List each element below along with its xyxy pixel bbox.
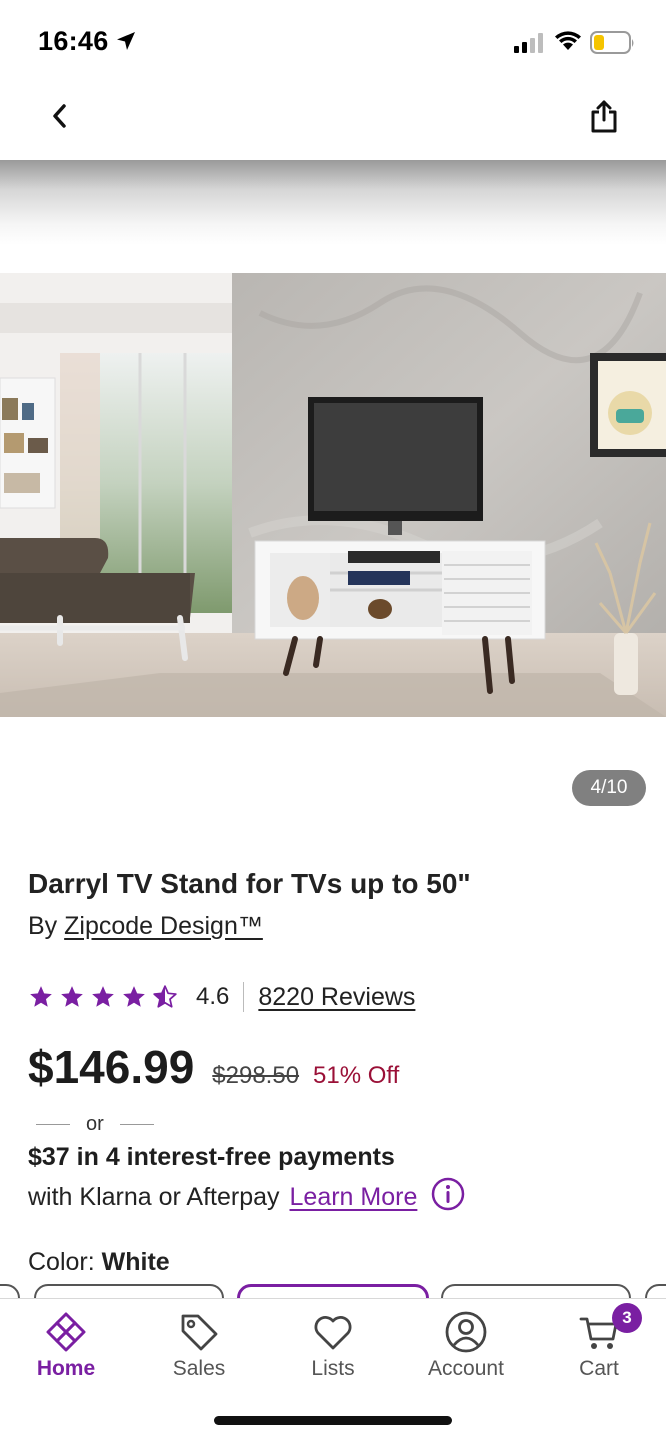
tab-lists[interactable]: Lists: [278, 1299, 388, 1391]
reviews-link[interactable]: 8220 Reviews: [258, 983, 415, 1012]
star-full-icon: [92, 986, 114, 1007]
rating-row[interactable]: 4.6 8220 Reviews: [28, 980, 415, 1014]
product-image[interactable]: [0, 273, 666, 717]
star-full-icon: [61, 986, 83, 1007]
installments-text: $37 in 4 interest-free payments: [28, 1143, 395, 1171]
cart-icon: 3: [578, 1303, 642, 1353]
tab-label: Account: [428, 1357, 504, 1380]
back-button[interactable]: [40, 96, 80, 136]
discount-label: 51% Off: [313, 1062, 400, 1089]
tag-icon: [178, 1311, 220, 1353]
home-indicator: [214, 1416, 452, 1425]
star-half-icon: [153, 985, 177, 1008]
star-full-icon: [30, 986, 52, 1007]
rating-value: 4.6: [196, 983, 230, 1010]
brand-prefix: By: [28, 912, 58, 940]
tv-stand-room-photo: [0, 273, 666, 717]
tab-home[interactable]: Home: [11, 1299, 121, 1391]
brand-line: By Zipcode Design™: [28, 912, 263, 941]
original-price: $298.50: [212, 1062, 300, 1089]
cellular-signal-icon: [514, 33, 546, 58]
or-divider: or: [36, 1113, 154, 1136]
color-label: Color: White: [28, 1248, 170, 1277]
learn-more-link[interactable]: Learn More: [290, 1183, 418, 1212]
share-button[interactable]: [584, 94, 624, 138]
status-bar: 16:46: [0, 0, 666, 80]
price-row: $146.99 $298.50 51% Off: [28, 1040, 399, 1094]
divider-line: [36, 1124, 70, 1125]
share-icon: [591, 100, 617, 133]
location-arrow-icon: [115, 30, 137, 57]
product-title: Darryl TV Stand for TVs up to 50": [28, 868, 471, 899]
back-chevron-icon: [53, 104, 66, 128]
tab-sales[interactable]: Sales: [144, 1299, 254, 1391]
color-value: White: [101, 1248, 170, 1276]
info-icon[interactable]: [431, 1177, 465, 1218]
tab-cart[interactable]: 3 Cart: [544, 1299, 654, 1391]
home-icon: [45, 1311, 87, 1353]
rating-divider: [243, 982, 245, 1012]
sale-price: $146.99: [28, 1041, 195, 1093]
heart-icon: [312, 1311, 354, 1353]
nav-bar: [0, 80, 666, 160]
tab-label: Sales: [172, 1357, 226, 1380]
divider-line: [119, 1124, 154, 1125]
star-rating: [28, 984, 178, 1010]
brand-link[interactable]: Zipcode Design™: [64, 912, 263, 940]
payment-provider-text: with Klarna or Afterpay: [28, 1183, 280, 1211]
tab-label: Cart: [579, 1357, 619, 1380]
wifi-icon: [554, 29, 582, 56]
tab-label: Lists: [311, 1357, 355, 1380]
tab-label: Home: [36, 1357, 96, 1380]
or-text: or: [86, 1113, 104, 1135]
image-counter: 4/10: [572, 770, 646, 806]
color-label-text: Color:: [28, 1248, 95, 1276]
payment-provider-line: with Klarna or Afterpay Learn More: [28, 1177, 465, 1218]
account-icon: [445, 1311, 487, 1353]
star-full-icon: [123, 986, 145, 1007]
status-time: 16:46: [38, 26, 109, 56]
battery-low-icon: [590, 31, 636, 60]
gallery-top-shade: [0, 160, 666, 245]
tab-account[interactable]: Account: [411, 1299, 521, 1391]
cart-badge: 3: [612, 1303, 642, 1333]
